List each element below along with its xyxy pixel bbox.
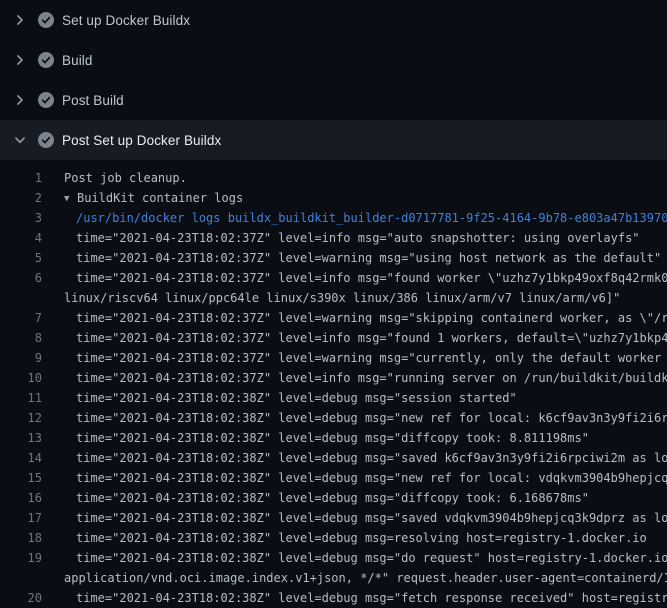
check-circle-icon xyxy=(38,92,54,108)
chevron-down-icon xyxy=(12,132,28,148)
log-line-text: time="2021-04-23T18:02:38Z" level=debug … xyxy=(42,408,667,428)
log-line-text: time="2021-04-23T18:02:38Z" level=debug … xyxy=(42,468,667,488)
log-line: 9time="2021-04-23T18:02:37Z" level=warni… xyxy=(0,348,667,368)
log-line: 7time="2021-04-23T18:02:37Z" level=warni… xyxy=(0,308,667,328)
log-line-number[interactable]: 7 xyxy=(0,308,42,328)
log-line-number[interactable]: 1 xyxy=(0,168,42,188)
log-line-number[interactable]: 20 xyxy=(0,588,42,608)
log-line-number[interactable]: 9 xyxy=(0,348,42,368)
log-line-number[interactable]: 14 xyxy=(0,448,42,468)
log-line-number[interactable]: 16 xyxy=(0,488,42,508)
group-title-text: BuildKit container logs xyxy=(77,191,243,205)
log-line: 4time="2021-04-23T18:02:37Z" level=info … xyxy=(0,228,667,248)
log-line-text: time="2021-04-23T18:02:38Z" level=debug … xyxy=(42,588,667,608)
log-line: 17time="2021-04-23T18:02:38Z" level=debu… xyxy=(0,508,667,528)
log-line-number[interactable]: 12 xyxy=(0,408,42,428)
log-line-number xyxy=(0,288,42,308)
log-line-number[interactable]: 3 xyxy=(0,208,42,228)
log-line-number[interactable]: 17 xyxy=(0,508,42,528)
log-line: 16time="2021-04-23T18:02:38Z" level=debu… xyxy=(0,488,667,508)
step-row-post-set-up-docker-buildx[interactable]: Post Set up Docker Buildx xyxy=(0,120,667,160)
log-line: 20time="2021-04-23T18:02:38Z" level=debu… xyxy=(0,588,667,608)
log-line-text: time="2021-04-23T18:02:37Z" level=info m… xyxy=(42,228,640,248)
log-line-number[interactable]: 19 xyxy=(0,548,42,568)
log-line-text: Post job cleanup. xyxy=(42,168,187,188)
log-area: 1Post job cleanup.2▼BuildKit container l… xyxy=(0,160,667,608)
log-line-text: time="2021-04-23T18:02:38Z" level=debug … xyxy=(42,488,589,508)
log-line: 10time="2021-04-23T18:02:37Z" level=info… xyxy=(0,368,667,388)
log-line-text: time="2021-04-23T18:02:37Z" level=info m… xyxy=(42,368,667,388)
check-circle-icon xyxy=(38,132,54,148)
log-line: 13time="2021-04-23T18:02:38Z" level=debu… xyxy=(0,428,667,448)
log-line-text: application/vnd.oci.image.index.v1+json,… xyxy=(42,568,667,588)
log-line-continuation: application/vnd.oci.image.index.v1+json,… xyxy=(0,568,667,588)
chevron-right-icon xyxy=(12,52,28,68)
group-collapse-triangle-icon[interactable]: ▼ xyxy=(64,189,77,209)
log-line: 5time="2021-04-23T18:02:37Z" level=warni… xyxy=(0,248,667,268)
log-line-text: time="2021-04-23T18:02:38Z" level=debug … xyxy=(42,448,667,468)
log-line-text: time="2021-04-23T18:02:38Z" level=debug … xyxy=(42,548,667,568)
chevron-right-icon xyxy=(12,92,28,108)
log-line-number[interactable]: 2 xyxy=(0,188,42,208)
log-line-text: time="2021-04-23T18:02:38Z" level=debug … xyxy=(42,428,589,448)
log-line-text: time="2021-04-23T18:02:38Z" level=debug … xyxy=(42,508,667,528)
log-line-number[interactable]: 13 xyxy=(0,428,42,448)
log-line-number[interactable]: 6 xyxy=(0,268,42,288)
log-line-text: linux/riscv64 linux/ppc64le linux/s390x … xyxy=(42,288,620,308)
check-circle-icon xyxy=(38,12,54,28)
log-line-number[interactable]: 4 xyxy=(0,228,42,248)
log-line: 12time="2021-04-23T18:02:38Z" level=debu… xyxy=(0,408,667,428)
job-steps-list: Set up Docker Buildx Build Post Build Post … xyxy=(0,0,667,160)
log-line-number[interactable]: 18 xyxy=(0,528,42,548)
log-line: 19time="2021-04-23T18:02:38Z" level=debu… xyxy=(0,548,667,568)
log-line: 18time="2021-04-23T18:02:38Z" level=debu… xyxy=(0,528,667,548)
log-line-number[interactable]: 5 xyxy=(0,248,42,268)
chevron-right-icon xyxy=(12,12,28,28)
step-row-post-build[interactable]: Post Build xyxy=(0,80,667,120)
log-line: 6time="2021-04-23T18:02:37Z" level=info … xyxy=(0,268,667,288)
log-line-text: time="2021-04-23T18:02:38Z" level=debug … xyxy=(42,528,647,548)
log-command-text[interactable]: /usr/bin/docker logs buildx_buildkit_bui… xyxy=(42,208,667,228)
step-label: Set up Docker Buildx xyxy=(62,13,190,28)
step-row-set-up-docker-buildx[interactable]: Set up Docker Buildx xyxy=(0,0,667,40)
log-line-text: time="2021-04-23T18:02:37Z" level=warnin… xyxy=(42,348,667,368)
log-line-text: time="2021-04-23T18:02:38Z" level=debug … xyxy=(42,388,517,408)
log-line: 14time="2021-04-23T18:02:38Z" level=debu… xyxy=(0,448,667,468)
log-line: 8time="2021-04-23T18:02:37Z" level=info … xyxy=(0,328,667,348)
log-line-text: time="2021-04-23T18:02:37Z" level=info m… xyxy=(42,328,667,348)
log-line-text: time="2021-04-23T18:02:37Z" level=warnin… xyxy=(42,308,667,328)
log-line: 2▼BuildKit container logs xyxy=(0,188,667,208)
log-line: 11time="2021-04-23T18:02:38Z" level=debu… xyxy=(0,388,667,408)
log-line: 3/usr/bin/docker logs buildx_buildkit_bu… xyxy=(0,208,667,228)
log-group-header: ▼BuildKit container logs xyxy=(42,188,243,208)
step-label: Build xyxy=(62,53,93,68)
log-line-number[interactable]: 15 xyxy=(0,468,42,488)
log-line-continuation: linux/riscv64 linux/ppc64le linux/s390x … xyxy=(0,288,667,308)
log-line: 15time="2021-04-23T18:02:38Z" level=debu… xyxy=(0,468,667,488)
log-line-number[interactable]: 11 xyxy=(0,388,42,408)
log-line-number[interactable]: 10 xyxy=(0,368,42,388)
step-label: Post Build xyxy=(62,93,124,108)
log-line-text: time="2021-04-23T18:02:37Z" level=info m… xyxy=(42,268,667,288)
step-label: Post Set up Docker Buildx xyxy=(62,133,221,148)
check-circle-icon xyxy=(38,52,54,68)
log-line: 1Post job cleanup. xyxy=(0,168,667,188)
log-line-number xyxy=(0,568,42,588)
step-row-build[interactable]: Build xyxy=(0,40,667,80)
log-line-text: time="2021-04-23T18:02:37Z" level=warnin… xyxy=(42,248,661,268)
log-line-number[interactable]: 8 xyxy=(0,328,42,348)
